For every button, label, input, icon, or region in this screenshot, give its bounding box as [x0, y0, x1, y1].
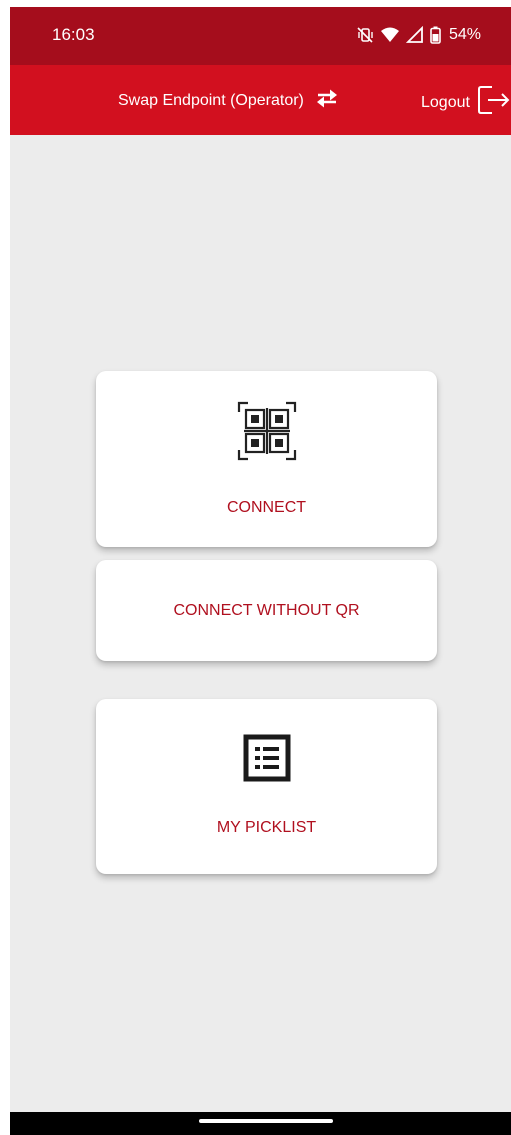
home-gesture-handle[interactable]: [199, 1119, 333, 1123]
swap-endpoint-label: Swap Endpoint (Operator): [118, 91, 304, 109]
logout-label: Logout: [421, 93, 470, 111]
connect-without-qr-card[interactable]: CONNECT WITHOUT QR: [96, 560, 437, 661]
list-icon: [243, 734, 291, 787]
wifi-icon: [380, 26, 400, 44]
status-bar: 16:03 54%: [10, 7, 511, 65]
cellular-signal-icon: [405, 26, 424, 44]
swap-arrows-icon: [314, 87, 340, 114]
connect-label: CONNECT: [226, 498, 307, 516]
mute-vibrate-icon: [356, 26, 374, 44]
qr-code-scan-icon: [236, 400, 298, 467]
logout-button[interactable]: Logout: [421, 85, 510, 120]
navigation-bar: [10, 1112, 511, 1135]
battery-percentage: 54%: [448, 26, 481, 43]
my-picklist-label: MY PICKLIST: [216, 819, 317, 836]
connect-without-qr-label: CONNECT WITHOUT QR: [173, 601, 360, 619]
app-bar: Swap Endpoint (Operator) Logout: [10, 65, 511, 135]
status-icons: 54%: [356, 24, 481, 46]
logout-icon: [477, 85, 510, 120]
my-picklist-card[interactable]: MY PICKLIST: [96, 699, 437, 874]
connect-card[interactable]: CONNECT: [96, 371, 437, 547]
battery-icon: [430, 26, 441, 44]
app-screen: 16:03 54% Swap Endpoint (Operator) Logou…: [10, 7, 511, 1135]
status-time: 16:03: [52, 25, 95, 44]
swap-endpoint-button[interactable]: Swap Endpoint (Operator): [118, 87, 340, 114]
